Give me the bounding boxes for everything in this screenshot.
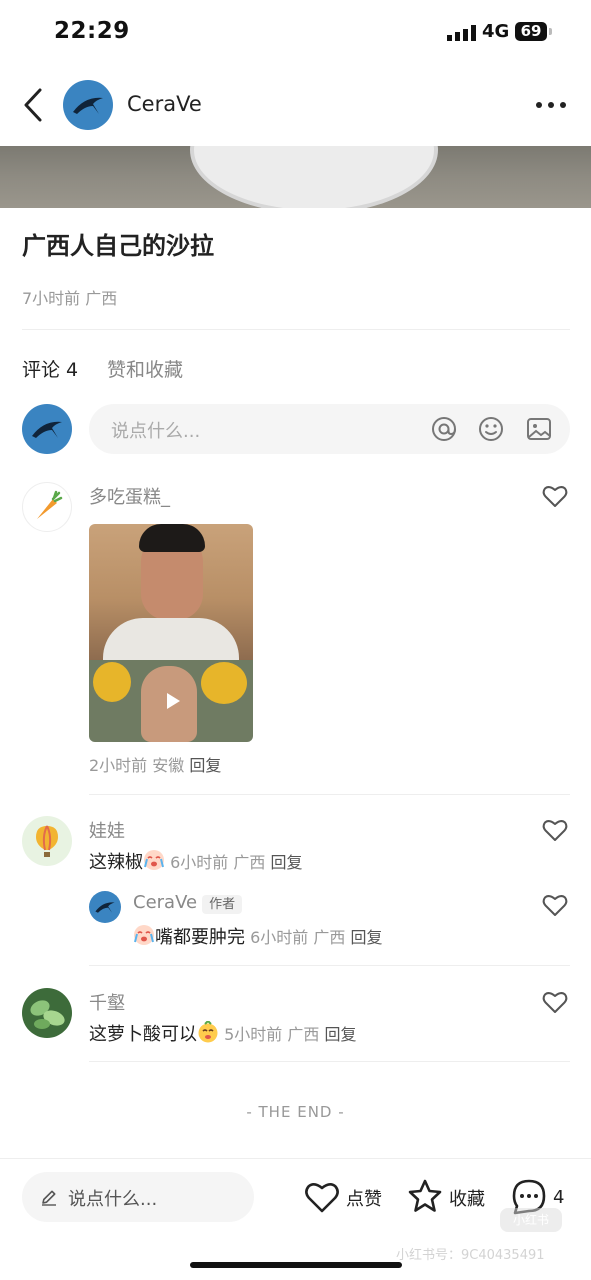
reply-time-location: 6小时前 广西 [250, 928, 346, 947]
my-avatar [22, 404, 72, 454]
comment-video-thumbnail[interactable] [89, 660, 253, 742]
bird-logo-icon [95, 902, 115, 913]
coin-shape [201, 662, 247, 704]
divider [89, 794, 570, 795]
watermark-id: 小红书号：9C40435491 [396, 1248, 545, 1263]
comment-author[interactable]: 多吃蛋糕_ [89, 483, 170, 509]
back-icon[interactable] [18, 86, 52, 124]
drooling-emoji-icon [198, 1019, 218, 1043]
hot-air-balloon-icon [36, 825, 58, 857]
reply-button[interactable]: 回复 [324, 1025, 356, 1044]
comment-count[interactable]: 4 [553, 1187, 564, 1208]
collect-label[interactable]: 收藏 [449, 1185, 485, 1211]
commenter-avatar[interactable] [22, 988, 72, 1038]
comment-meta: 2小时前 安徽 回复 [89, 752, 221, 776]
reply-author[interactable]: CeraVe [133, 892, 197, 913]
reply-button[interactable]: 回复 [189, 756, 221, 775]
play-icon[interactable] [165, 692, 181, 710]
post-meta: 7小时前 广西 [22, 289, 118, 308]
bottom-input-placeholder: 说点什么... [68, 1189, 158, 1210]
like-heart-icon[interactable] [304, 1180, 340, 1214]
reply-header: CeraVe 作者 [133, 892, 243, 914]
tab-comments[interactable]: 评论 4 [22, 355, 78, 382]
bird-logo-icon [32, 421, 62, 438]
battery-icon: 69 [515, 22, 547, 41]
at-icon[interactable] [430, 415, 458, 443]
carrot-icon [37, 490, 63, 519]
home-indicator[interactable] [190, 1262, 402, 1268]
author-badge: 作者 [202, 895, 243, 914]
coin-shape [93, 662, 131, 702]
crying-emoji-icon [134, 925, 154, 945]
heart-icon[interactable] [542, 818, 568, 842]
comment-body: 这辣椒 6小时前 广西 回复 [89, 848, 302, 874]
end-marker: - THE END - [246, 1103, 345, 1121]
comment-time-location: 6小时前 广西 [170, 853, 266, 872]
shirt-shape [103, 618, 239, 660]
comment-time-location: 2小时前 安徽 [89, 756, 185, 775]
post-title: 广西人自己的沙拉 [22, 232, 214, 260]
comment-image-face[interactable] [89, 524, 253, 660]
reply-button[interactable]: 回复 [270, 853, 302, 872]
hair-shape [139, 524, 205, 552]
comment-text: 这萝卜酸可以 [89, 1024, 197, 1045]
battery-tip [549, 28, 552, 35]
divider [89, 965, 570, 966]
status-time: 22:29 [54, 18, 130, 44]
network-type: 4G [482, 21, 510, 42]
divider [89, 1061, 570, 1062]
bird-logo-icon [73, 97, 103, 114]
pencil-icon [42, 1190, 56, 1206]
heart-icon[interactable] [542, 990, 568, 1014]
post-image[interactable] [0, 146, 591, 208]
watermark-logo: 小红书 [500, 1208, 562, 1232]
emoji-icon[interactable] [477, 415, 505, 443]
tab-likes[interactable]: 赞和收藏 [107, 355, 183, 382]
image-icon[interactable] [525, 415, 553, 443]
signal-icon [447, 25, 476, 41]
plate-shape [190, 146, 438, 208]
reply-text: 嘴都要肿完 [155, 927, 245, 948]
author-reply-avatar[interactable] [89, 891, 121, 923]
comment-time-location: 5小时前 广西 [224, 1025, 320, 1044]
more-icon[interactable] [534, 98, 568, 112]
comment-body: 这萝卜酸可以 5小时前 广西 回复 [89, 1019, 356, 1046]
reply-body: 嘴都要肿完 6小时前 广西 回复 [133, 923, 382, 949]
heart-icon[interactable] [542, 893, 568, 917]
leaves-icon [30, 1000, 65, 1029]
author-name[interactable]: CeraVe [127, 92, 202, 116]
divider [22, 329, 570, 330]
commenter-avatar[interactable] [22, 482, 72, 532]
bottom-bar-divider [0, 1158, 591, 1159]
heart-icon[interactable] [542, 484, 568, 508]
author-avatar[interactable] [63, 80, 113, 130]
commenter-avatar[interactable] [22, 816, 72, 866]
comment-input-placeholder: 说点什么... [111, 421, 201, 442]
comment-author[interactable]: 娃娃 [89, 817, 125, 843]
star-icon[interactable] [407, 1178, 443, 1214]
like-label[interactable]: 点赞 [346, 1185, 382, 1211]
comment-text: 这辣椒 [89, 852, 143, 873]
reply-button[interactable]: 回复 [350, 928, 382, 947]
crying-emoji-icon [144, 850, 164, 870]
comment-author[interactable]: 千壑 [89, 989, 125, 1015]
